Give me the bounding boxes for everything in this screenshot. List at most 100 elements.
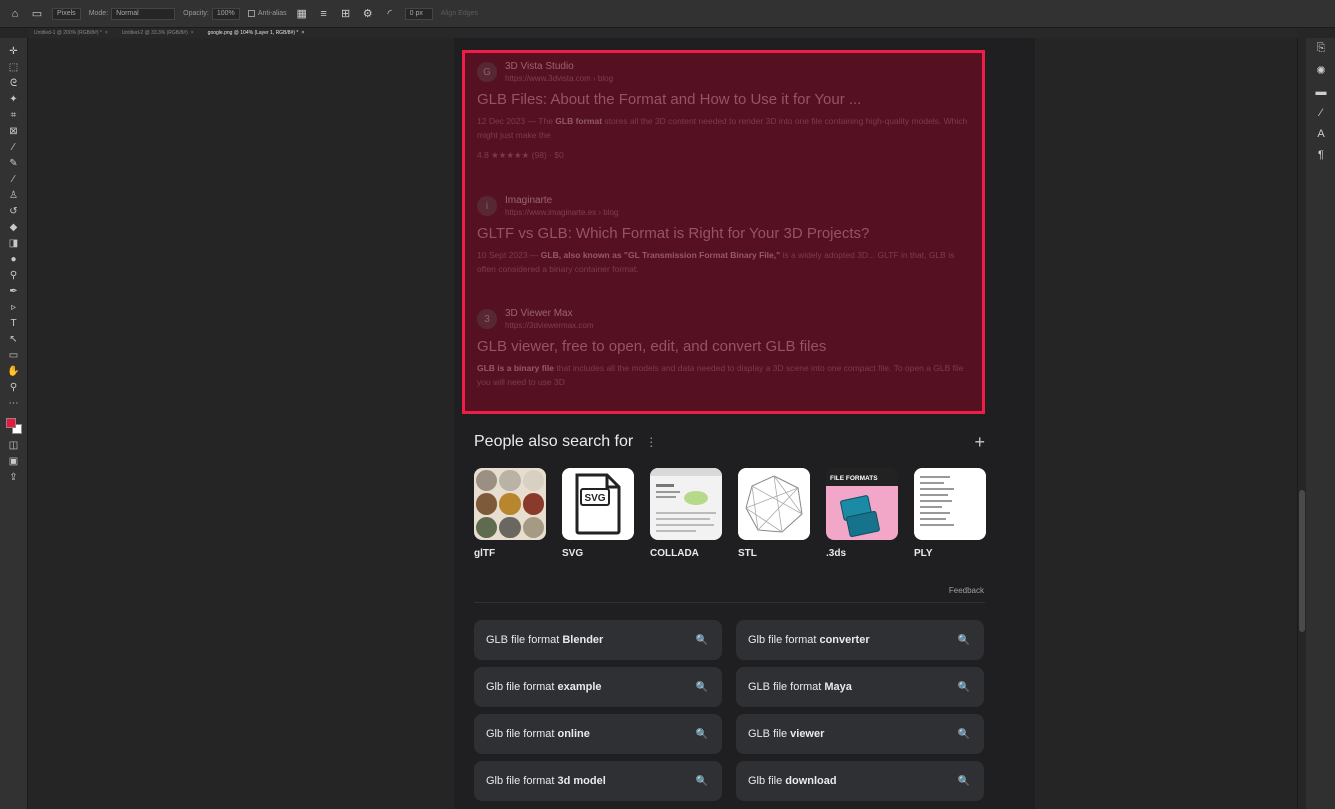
document-image[interactable]: G 3D Vista Studio https://www.3dvista.co…	[454, 38, 1035, 809]
tab-google-png[interactable]: google.png @ 104% (Layer 1, RGB/8#) * ×	[208, 30, 305, 36]
brush-panel-icon[interactable]: ⁄	[1312, 107, 1330, 119]
shape-tool-icon[interactable]: ▭	[30, 7, 44, 20]
close-icon[interactable]: ×	[191, 30, 194, 36]
related-search-chip[interactable]: Glb file format converter 🔍	[736, 620, 984, 660]
eraser-icon[interactable]: ◆	[4, 220, 24, 235]
more-tools-icon[interactable]: ⋯	[4, 396, 24, 411]
history-brush-icon[interactable]: ↺	[4, 204, 24, 219]
home-icon[interactable]: ⌂	[8, 8, 22, 20]
dodge-tool-icon[interactable]: ⚲	[4, 268, 24, 283]
blur-tool-icon[interactable]: ●	[4, 252, 24, 267]
chip-bold-text: Maya	[824, 681, 852, 693]
svg-file-thumbnail: SVG	[562, 468, 634, 540]
search-result[interactable]: i Imaginarte https://www.imaginarte.es ›…	[477, 195, 972, 276]
result-title[interactable]: GLB Files: About the Format and How to U…	[477, 91, 972, 108]
eyedropper-icon[interactable]: ⁄	[4, 140, 24, 155]
lasso-tool-icon[interactable]: ᘓ	[4, 76, 24, 91]
direct-selection-icon[interactable]: ↖	[4, 332, 24, 347]
feedback-link[interactable]: Feedback	[914, 586, 984, 595]
related-search-chip[interactable]: GLB file viewer 🔍	[736, 714, 984, 754]
chip-text: Glb file format	[486, 681, 555, 693]
related-search-chip[interactable]: Glb file format example 🔍	[474, 667, 722, 707]
character-panel-icon[interactable]: A	[1312, 128, 1330, 140]
tab-untitled-1[interactable]: Untitled-1 @ 200% (RGB/8#) * ×	[34, 30, 108, 36]
hand-tool-icon[interactable]: ✋	[4, 364, 24, 379]
result-rating: 4.8 ★★★★★ (98) · $0	[477, 150, 564, 160]
close-icon[interactable]: ×	[105, 30, 108, 36]
pasf-item-stl[interactable]: STL	[738, 468, 810, 559]
history-panel-icon[interactable]: ⎘	[1312, 42, 1330, 55]
close-icon[interactable]: ×	[301, 30, 304, 36]
rectangle-tool-icon[interactable]: ▭	[4, 348, 24, 363]
antialias-checkbox[interactable]	[247, 10, 255, 17]
path-selection-icon[interactable]: ▹	[4, 300, 24, 315]
gradient-tool-icon[interactable]: ◨	[4, 236, 24, 251]
brush-tool-icon[interactable]: ∕	[4, 172, 24, 187]
related-search-chip[interactable]: Glb file format 3d model 🔍	[474, 761, 722, 801]
snippet-text: 10 Sept 2023 —	[477, 250, 541, 260]
result-title[interactable]: GLTF vs GLB: Which Format is Right for Y…	[477, 225, 972, 242]
pasf-item-3ds[interactable]: FILE FORMATS .3ds	[826, 468, 898, 559]
color-swatches[interactable]	[4, 415, 24, 437]
pasf-header: People also search for ⋮ +	[474, 432, 985, 452]
swatches-panel-icon[interactable]: ▬	[1312, 86, 1330, 98]
tab-label: Untitled-1 @ 200% (RGB/8#) *	[34, 30, 102, 36]
mode-select[interactable]: Normal	[111, 7, 176, 20]
collada-diagram-graphic	[650, 468, 722, 532]
result-url[interactable]: https://www.imaginarte.es › blog	[505, 208, 618, 217]
search-result[interactable]: 3 3D Viewer Max https://3dviewermax.com …	[477, 308, 972, 389]
pasf-item-collada[interactable]: COLLADA	[650, 468, 722, 559]
quick-mask-icon[interactable]: ◫	[4, 438, 24, 453]
color-panel-icon[interactable]: ✺	[1312, 64, 1330, 77]
healing-brush-icon[interactable]: ✎	[4, 156, 24, 171]
result-source: 3D Vista Studio https://www.3dvista.com …	[505, 61, 613, 83]
result-url[interactable]: https://3dviewermax.com	[505, 321, 593, 330]
pasf-item-gltf[interactable]: glTF	[474, 468, 546, 559]
canvas-area[interactable]: G 3D Vista Studio https://www.3dvista.co…	[28, 38, 1297, 809]
zoom-tool-icon[interactable]: ⚲	[4, 380, 24, 395]
move-tool-icon[interactable]: ✛	[4, 44, 24, 59]
result-source: 3D Viewer Max https://3dviewermax.com	[505, 308, 593, 330]
magic-wand-icon[interactable]: ✦	[4, 92, 24, 107]
align-edges-label[interactable]: Align Edges	[441, 10, 478, 17]
marquee-tool-icon[interactable]: ⬚	[4, 60, 24, 75]
antialias-field[interactable]: Anti-alias	[247, 10, 287, 17]
frame-tool-icon[interactable]: ⊠	[4, 124, 24, 139]
result-url[interactable]: https://www.3dvista.com › blog	[505, 74, 613, 83]
stroke-input[interactable]: 0 px	[404, 7, 433, 20]
style-select[interactable]: Pixels	[52, 7, 81, 20]
scrollbar-thumb[interactable]	[1299, 490, 1305, 632]
path-ops-icon[interactable]: ▦	[295, 7, 309, 20]
crop-tool-icon[interactable]: ⌗	[4, 108, 24, 123]
pen-tool-icon[interactable]: ✒	[4, 284, 24, 299]
ply-text-graphic	[920, 476, 954, 526]
related-search-chip[interactable]: GLB file format Maya 🔍	[736, 667, 984, 707]
expand-plus-icon[interactable]: +	[974, 432, 985, 453]
opacity-input[interactable]: 100%	[211, 7, 240, 20]
related-search-chip[interactable]: Glb file download 🔍	[736, 761, 984, 801]
mode-field: Mode: Normal	[89, 7, 176, 20]
related-search-chip[interactable]: GLB file format Blender 🔍	[474, 620, 722, 660]
share-icon[interactable]: ⇪	[4, 470, 24, 485]
clone-stamp-icon[interactable]: ♙	[4, 188, 24, 203]
gear-icon[interactable]: ⚙	[361, 7, 375, 20]
pasf-item-ply[interactable]: PLY	[914, 468, 986, 559]
arrange-icon[interactable]: ⊞	[339, 7, 353, 20]
related-search-chip[interactable]: Glb file format online 🔍	[474, 714, 722, 754]
paragraph-panel-icon[interactable]: ¶	[1312, 149, 1330, 161]
type-tool-icon[interactable]: T	[4, 316, 24, 331]
result-header: i Imaginarte https://www.imaginarte.es ›…	[477, 195, 972, 217]
screen-mode-icon[interactable]: ▣	[4, 454, 24, 469]
more-vertical-icon[interactable]: ⋮	[645, 435, 657, 449]
result-title[interactable]: GLB viewer, free to open, edit, and conv…	[477, 338, 972, 355]
selection-overlay[interactable]: G 3D Vista Studio https://www.3dvista.co…	[462, 50, 985, 414]
stl-thumbnail	[738, 468, 810, 540]
tab-untitled-2[interactable]: Untitled-2 @ 33.3% (RGB/8#) ×	[122, 30, 194, 36]
search-result[interactable]: G 3D Vista Studio https://www.3dvista.co…	[477, 61, 972, 162]
foreground-color-swatch[interactable]	[5, 418, 16, 428]
pasf-item-svg[interactable]: SVG SVG	[562, 468, 634, 559]
radius-icon[interactable]: ◜	[383, 7, 397, 20]
vertical-scrollbar[interactable]	[1298, 38, 1306, 809]
align-icon[interactable]: ≡	[317, 8, 331, 20]
search-icon: 🔍	[957, 681, 970, 693]
